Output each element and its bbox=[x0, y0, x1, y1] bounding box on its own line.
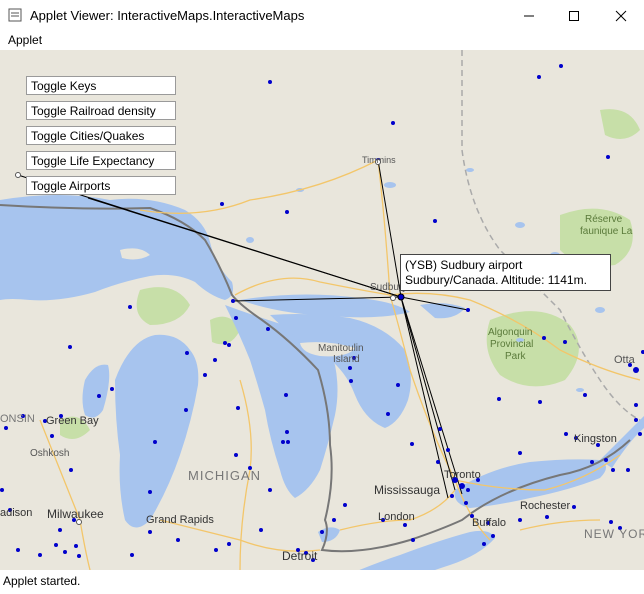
label-grand-rapids: Grand Rapids bbox=[146, 514, 214, 526]
toggle-cities-quakes-button[interactable]: Toggle Cities/Quakes bbox=[26, 126, 176, 145]
label-green-bay: Green Bay bbox=[46, 415, 99, 427]
label-london: London bbox=[378, 511, 415, 523]
label-timmins: Timmins bbox=[362, 155, 396, 165]
minimize-button[interactable] bbox=[506, 0, 552, 31]
selected-airport-marker bbox=[397, 293, 405, 301]
status-bar: Applet started. bbox=[0, 570, 644, 594]
label-buffalo: Buffalo bbox=[472, 517, 506, 529]
label-algonquin: Algonquin bbox=[488, 327, 532, 338]
label-new-york: NEW YOR bbox=[584, 527, 644, 541]
toggle-keys-button[interactable]: Toggle Keys bbox=[26, 76, 176, 95]
label-milwaukee: Milwaukee bbox=[47, 507, 104, 521]
toggle-railroad-density-button[interactable]: Toggle Railroad density bbox=[26, 101, 176, 120]
label-manitoulin: Manitoulin bbox=[318, 343, 364, 354]
label-madison: adison bbox=[0, 507, 32, 519]
maximize-button[interactable] bbox=[551, 0, 597, 31]
maximize-icon bbox=[569, 10, 579, 21]
label-rochester: Rochester bbox=[520, 500, 570, 512]
menu-applet[interactable]: Applet bbox=[8, 33, 42, 47]
toggle-life-expectancy-button[interactable]: Toggle Life Expectancy bbox=[26, 151, 176, 170]
label-algonquin-3: Park bbox=[505, 351, 527, 362]
title-bar: Applet Viewer: InteractiveMaps.Interacti… bbox=[0, 0, 644, 32]
status-text: Applet started. bbox=[3, 574, 81, 588]
label-kingston: Kingston bbox=[574, 433, 617, 445]
tooltip-airport-name: (YSB) Sudbury airport bbox=[405, 258, 523, 272]
tooltip-airport-details: Sudbury/Canada. Altitude: 1141m. bbox=[405, 273, 587, 287]
label-mississauga: Mississauga bbox=[374, 483, 440, 497]
label-reserve-2: faunique La bbox=[580, 226, 633, 237]
label-ottawa: Otta bbox=[614, 354, 636, 366]
label-toronto: Toronto bbox=[444, 469, 481, 481]
label-algonquin-2: Provincial bbox=[490, 339, 533, 350]
toggle-airports-button[interactable]: Toggle Airports bbox=[26, 176, 176, 195]
map-canvas[interactable]: Timmins Réserve faunique La Sudbury Algo… bbox=[0, 50, 644, 570]
label-reserve: Réserve bbox=[585, 214, 623, 225]
close-icon bbox=[615, 10, 627, 21]
window-title: Applet Viewer: InteractiveMaps.Interacti… bbox=[30, 8, 305, 23]
airport-tooltip: (YSB) Sudbury airport Sudbury/Canada. Al… bbox=[400, 254, 611, 291]
menu-bar: Applet bbox=[0, 31, 644, 50]
label-manitoulin-2: Island bbox=[333, 354, 360, 365]
java-app-icon bbox=[8, 8, 22, 22]
label-oshkosh: Oshkosh bbox=[30, 448, 69, 459]
minimize-icon bbox=[524, 15, 534, 16]
label-detroit: Detroit bbox=[282, 549, 318, 563]
label-michigan: MICHIGAN bbox=[188, 468, 261, 483]
close-button[interactable] bbox=[598, 0, 644, 31]
label-onsin: ONSIN bbox=[0, 413, 35, 425]
